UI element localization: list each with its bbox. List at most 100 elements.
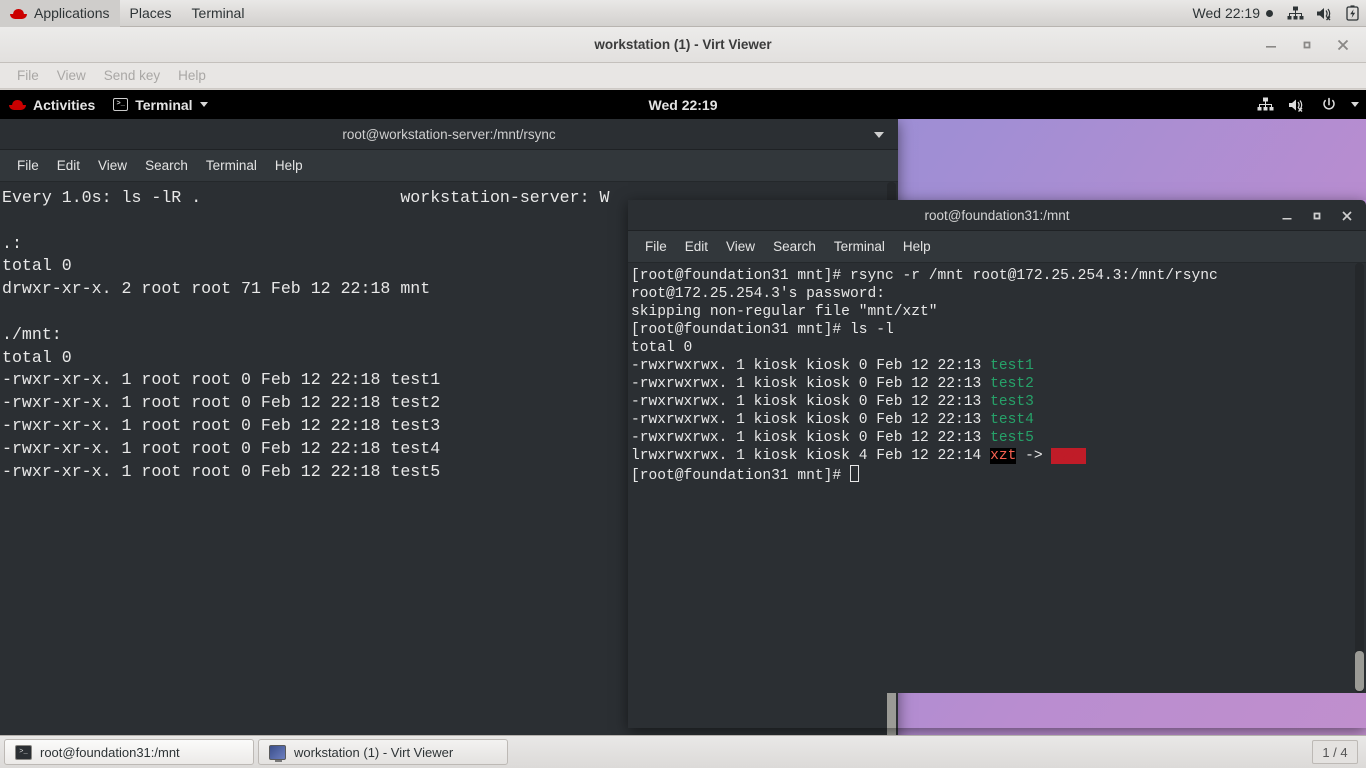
terminal-line: total 0 bbox=[631, 339, 1366, 357]
vv-menu-sendkey-label: Send key bbox=[103, 68, 161, 83]
redhat-logo-icon bbox=[10, 7, 27, 20]
vv-menu-help-label: Help bbox=[178, 68, 206, 83]
term-right-menu-edit[interactable]: Edit bbox=[676, 235, 717, 258]
taskbar-item-terminal-label: root@foundation31:/mnt bbox=[40, 744, 180, 760]
terminal-right-cursor bbox=[849, 465, 859, 482]
term-right-menu-help[interactable]: Help bbox=[894, 235, 940, 258]
term-left-menu-file-label: File bbox=[17, 158, 39, 173]
taskbar-item-terminal[interactable]: >_ root@foundation31:/mnt bbox=[4, 739, 254, 765]
watch-header-right: workstation-server: W bbox=[400, 188, 610, 207]
term-right-menu-search-label: Search bbox=[773, 239, 816, 254]
vv-menu-view-label: View bbox=[56, 68, 86, 83]
term-left-menu-help[interactable]: Help bbox=[266, 154, 312, 177]
terminal-line: -rwxrwxrwx. 1 kiosk kiosk 0 Feb 12 22:13… bbox=[631, 393, 1366, 411]
virt-viewer-close-button[interactable] bbox=[1326, 30, 1360, 60]
redhat-logo-icon bbox=[9, 98, 26, 111]
power-icon[interactable] bbox=[1314, 97, 1344, 113]
term-right-menu-terminal[interactable]: Terminal bbox=[825, 235, 894, 258]
network-wired-icon[interactable] bbox=[1281, 6, 1310, 21]
term-left-menu-terminal-label: Terminal bbox=[205, 158, 257, 173]
term-left-menu-file[interactable]: File bbox=[8, 154, 48, 177]
term-right-menu-terminal-label: Terminal bbox=[833, 239, 885, 254]
host-taskbar: >_ root@foundation31:/mnt workstation (1… bbox=[0, 735, 1366, 768]
taskbar-item-virt-viewer[interactable]: workstation (1) - Virt Viewer bbox=[258, 739, 508, 765]
guest-clock-label: Wed 22:19 bbox=[648, 96, 718, 113]
terminal-left-titlebar[interactable]: root@workstation-server:/mnt/rsync bbox=[0, 119, 898, 150]
terminal-line-text: root@172.25.254.3's password: bbox=[631, 286, 885, 302]
terminal-line-text: skipping non-regular file "mnt/xzt" bbox=[631, 304, 938, 320]
chevron-down-icon[interactable] bbox=[1344, 102, 1366, 107]
guest-activities-button[interactable]: Activities bbox=[0, 90, 104, 119]
terminal-right-window-controls bbox=[1272, 200, 1362, 231]
taskbar-item-virt-viewer-label: workstation (1) - Virt Viewer bbox=[294, 744, 454, 760]
terminal-line-text: [root@foundation31 mnt]# rsync -r /mnt r… bbox=[631, 268, 1218, 284]
term-right-menu-view[interactable]: View bbox=[717, 235, 764, 258]
file-name: test4 bbox=[990, 412, 1034, 428]
terminal-left-chevron-down-button[interactable] bbox=[864, 122, 894, 148]
terminal-line: root@172.25.254.3's password: bbox=[631, 285, 1366, 303]
guest-app-menu[interactable]: >_ Terminal bbox=[104, 90, 216, 119]
virt-viewer-titlebar[interactable]: workstation (1) - Virt Viewer bbox=[0, 27, 1366, 63]
chevron-down-icon bbox=[874, 131, 884, 138]
terminal-line: skipping non-regular file "mnt/xzt" bbox=[631, 303, 1366, 321]
terminal-line-text: -rwxrwxrwx. 1 kiosk kiosk 0 Feb 12 22:13 bbox=[631, 430, 991, 446]
symlink-target: xyz1 bbox=[1051, 448, 1087, 464]
terminal-line: [root@foundation31 mnt]# rsync -r /mnt r… bbox=[631, 267, 1366, 285]
host-places-menu[interactable]: Places bbox=[120, 0, 182, 27]
monitor-icon bbox=[269, 744, 286, 762]
term-left-menu-edit[interactable]: Edit bbox=[48, 154, 89, 177]
terminal-right-scrollbar[interactable] bbox=[1355, 263, 1364, 693]
terminal-line-text: -rwxrwxrwx. 1 kiosk kiosk 0 Feb 12 22:13 bbox=[631, 358, 991, 374]
term-right-menu-edit-label: Edit bbox=[684, 239, 709, 254]
virt-viewer-minimize-button[interactable] bbox=[1254, 30, 1288, 60]
term-left-menu-edit-label: Edit bbox=[56, 158, 81, 173]
terminal-left-menubar: File Edit View Search Terminal Help bbox=[0, 150, 898, 182]
virt-viewer-maximize-button[interactable] bbox=[1290, 30, 1324, 60]
terminal-line-text: [root@foundation31 mnt]# ls -l bbox=[631, 322, 894, 338]
vv-menu-file[interactable]: File bbox=[8, 65, 48, 86]
host-places-label: Places bbox=[129, 5, 172, 21]
host-top-panel: Applications Places Terminal Wed 22:19 bbox=[0, 0, 1366, 27]
file-name: test3 bbox=[990, 394, 1034, 410]
term-left-menu-terminal[interactable]: Terminal bbox=[197, 154, 266, 177]
chevron-down-icon bbox=[199, 102, 208, 107]
workspace-pager-label: 1 / 4 bbox=[1322, 744, 1348, 760]
terminal-right-title: root@foundation31:/mnt bbox=[924, 207, 1070, 223]
term-right-menu-search[interactable]: Search bbox=[764, 235, 825, 258]
terminal-right-maximize-button[interactable] bbox=[1302, 203, 1332, 229]
terminal-line: [root@foundation31 mnt]# bbox=[631, 465, 1366, 484]
host-clock[interactable]: Wed 22:19 bbox=[1185, 5, 1281, 21]
volume-muted-icon[interactable] bbox=[1281, 97, 1314, 113]
vv-menu-view[interactable]: View bbox=[48, 65, 95, 86]
term-left-menu-view[interactable]: View bbox=[89, 154, 136, 177]
terminal-right-titlebar[interactable]: root@foundation31:/mnt bbox=[628, 200, 1366, 231]
file-name: test1 bbox=[990, 358, 1034, 374]
workspace-pager[interactable]: 1 / 4 bbox=[1312, 740, 1358, 764]
terminal-icon: >_ bbox=[113, 98, 129, 111]
guest-activities-label: Activities bbox=[33, 96, 96, 113]
term-left-menu-help-label: Help bbox=[274, 158, 303, 173]
watch-header-gap bbox=[201, 188, 400, 207]
virt-viewer-menubar: File View Send key Help bbox=[0, 63, 1366, 89]
scrollbar-thumb[interactable] bbox=[1355, 651, 1364, 691]
terminal-line-text: -rwxrwxrwx. 1 kiosk kiosk 0 Feb 12 22:13 bbox=[631, 412, 991, 428]
terminal-right-close-button[interactable] bbox=[1332, 203, 1362, 229]
host-applications-menu[interactable]: Applications bbox=[0, 0, 120, 27]
terminal-window-right: root@foundation31:/mnt File Edit View Se… bbox=[628, 200, 1366, 728]
term-right-menu-file[interactable]: File bbox=[636, 235, 676, 258]
vv-menu-help[interactable]: Help bbox=[169, 65, 215, 86]
vv-menu-sendkey[interactable]: Send key bbox=[95, 65, 169, 86]
terminal-right-output[interactable]: [root@foundation31 mnt]# rsync -r /mnt r… bbox=[628, 263, 1366, 693]
host-terminal-menu[interactable]: Terminal bbox=[182, 0, 255, 27]
network-wired-icon[interactable] bbox=[1250, 97, 1281, 112]
file-name: xzt bbox=[990, 448, 1017, 464]
terminal-line: -rwxrwxrwx. 1 kiosk kiosk 0 Feb 12 22:13… bbox=[631, 357, 1366, 375]
terminal-right-minimize-button[interactable] bbox=[1272, 203, 1302, 229]
host-applications-label: Applications bbox=[34, 5, 110, 21]
symlink-arrow: -> bbox=[1016, 448, 1052, 464]
guest-desktop: Activities >_ Terminal Wed 22:19 root@wo… bbox=[0, 90, 1366, 735]
term-left-menu-search[interactable]: Search bbox=[136, 154, 197, 177]
volume-muted-icon[interactable] bbox=[1310, 6, 1340, 21]
recording-dot-icon bbox=[1266, 9, 1273, 17]
battery-charging-icon[interactable] bbox=[1340, 5, 1366, 21]
